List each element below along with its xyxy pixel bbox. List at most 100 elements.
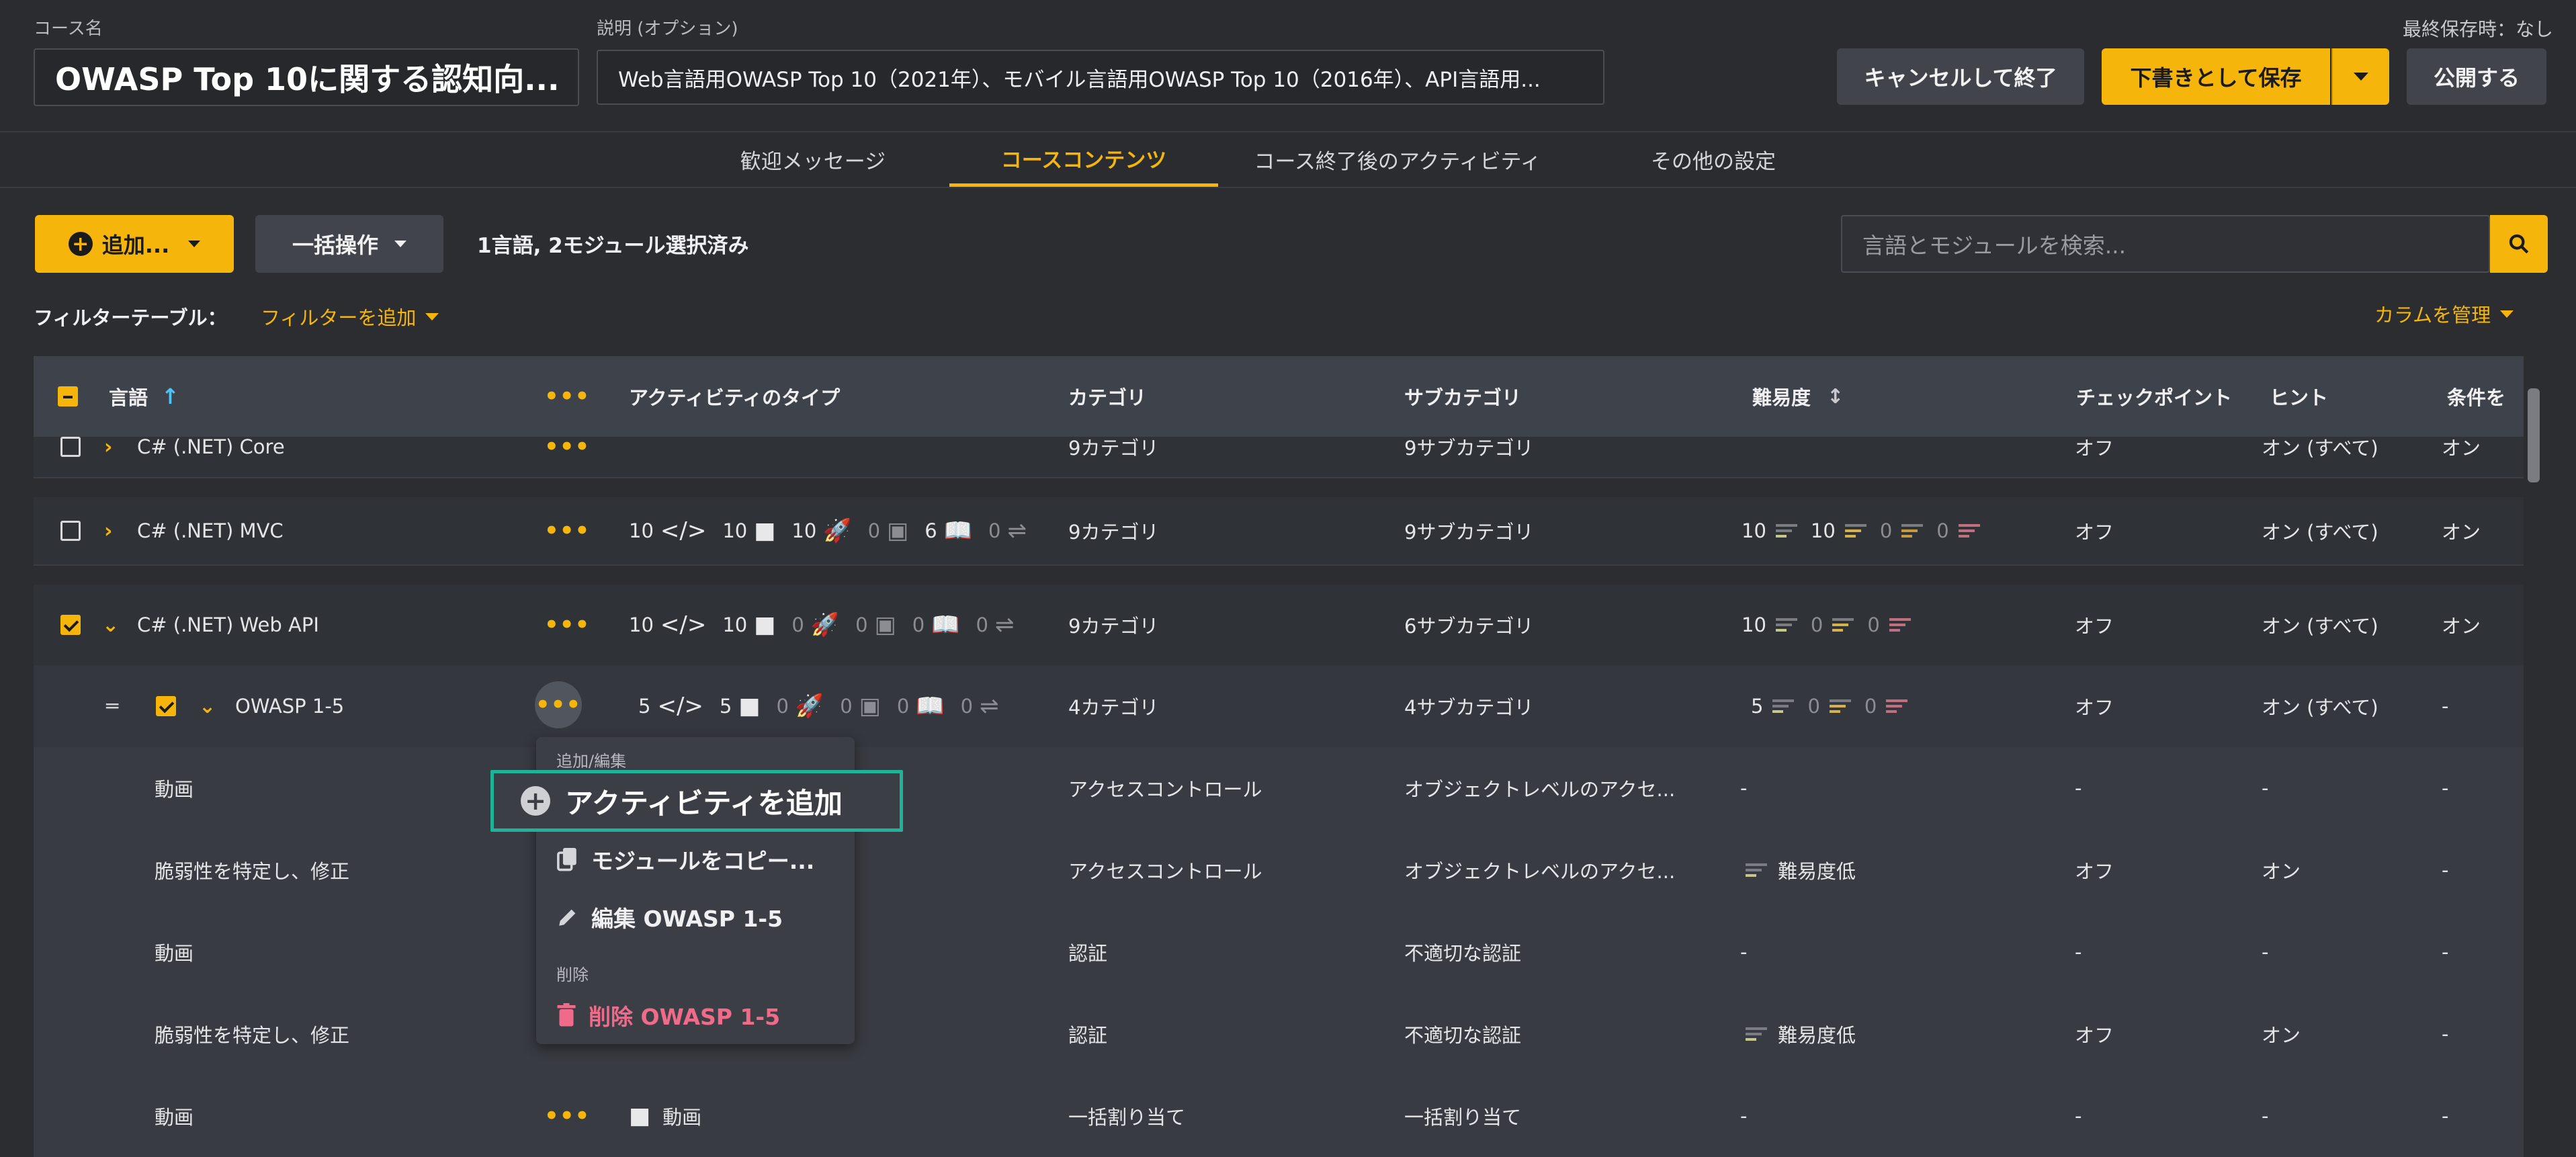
difficulty-count: 0 — [1936, 519, 1949, 542]
column-checkpoint[interactable]: チェックポイント — [2076, 356, 2232, 437]
plus-circle-icon: + — [68, 232, 93, 256]
select-all-checkbox[interactable] — [58, 356, 78, 437]
table-row[interactable]: ═ ⌄ OWASP 1-5 ••• 5 </> 5 ■ 0 🚀 0 ▣ 0 📖 0 ⇌ 4カ… — [34, 665, 2524, 748]
activity-row[interactable]: 脆弱性を特定し、修正 認証 不適切な認証 難易度低 オフ オン - — [34, 993, 2524, 1076]
rocket-icon: 🚀 — [810, 611, 840, 638]
search-input[interactable]: 言語とモジュールを検索... — [1841, 215, 2490, 273]
table-header: 言語 ↑ ••• アクティビティのタイプ カテゴリ サブカテゴリ 難易度 ↕ チ… — [34, 356, 2524, 437]
activity-row[interactable]: 動画 認証 不適切な認証 - - - - — [34, 911, 2524, 994]
checkbox[interactable] — [58, 386, 78, 406]
activity-name: 動画 — [155, 942, 194, 965]
category-cell: 一括割り当て — [1068, 1106, 1186, 1129]
quiz-count: 0 — [840, 695, 853, 718]
subcategory-cell: オブジェクトレベルのアクセ... — [1404, 778, 1676, 801]
cancel-exit-button[interactable]: キャンセルして終了 — [1837, 48, 2084, 105]
manage-columns-link[interactable]: カラムを管理 — [2374, 300, 2514, 328]
column-hint[interactable]: ヒント — [2270, 356, 2328, 437]
description-input[interactable]: Web言語用OWASP Top 10（2021年）、モバイル言語用OWASP T… — [597, 50, 1604, 105]
hint-cell: - — [2262, 777, 2269, 800]
checkbox[interactable] — [60, 437, 81, 457]
tab-other-settings[interactable]: その他の設定 — [1613, 132, 1814, 187]
subcategory-cell: 一括割り当て — [1404, 1106, 1522, 1129]
difficulty-count: 5 — [1751, 695, 1764, 718]
video-icon: ■ — [754, 517, 776, 544]
tab-welcome[interactable]: 歓迎メッセージ — [726, 132, 900, 187]
hint-cell: オン — [2262, 860, 2301, 883]
search-icon — [2509, 234, 2529, 254]
chevron-right-icon: › — [104, 435, 113, 459]
checkpoint-cell: - — [2075, 777, 2082, 800]
difficulty-count: 0 — [1810, 613, 1823, 636]
column-subcategory[interactable]: サブカテゴリ — [1404, 356, 1521, 437]
save-draft-button[interactable]: 下書きとして保存 — [2102, 48, 2330, 105]
save-options-dropdown[interactable] — [2331, 48, 2389, 105]
condition-cell: - — [2442, 859, 2449, 882]
edit-module-item[interactable]: 編集 OWASP 1-5 — [556, 901, 783, 933]
activity-row[interactable]: 脆弱性を特定し、修正 アクセスコントロール オブジェクトレベルのアクセ... 難… — [34, 829, 2524, 912]
search-button[interactable] — [2490, 215, 2548, 273]
checkbox[interactable] — [60, 615, 81, 635]
copy-module-item[interactable]: モジュールをコピー... — [556, 843, 814, 875]
quiz-count: 0 — [867, 519, 881, 542]
other-count: 0 — [988, 519, 1001, 542]
description-label: 説明 (オプション) — [597, 19, 738, 39]
code-count: 5 — [638, 695, 651, 718]
course-name-label: コース名 — [34, 19, 103, 39]
quiz-icon: ▣ — [887, 517, 909, 544]
vertical-scrollbar[interactable] — [2528, 388, 2540, 482]
chevron-down-icon: ⌄ — [199, 694, 216, 718]
activity-row[interactable]: 動画 ••• ■ 動画 一括割り当て 一括割り当て - - - - — [34, 1075, 2524, 1157]
row-actions-button[interactable]: ••• — [544, 497, 590, 564]
expand-toggle[interactable]: ⌄ — [102, 585, 119, 665]
tab-course-content[interactable]: コースコンテンツ — [949, 132, 1218, 187]
expand-toggle[interactable]: ⌄ — [199, 665, 216, 747]
row-actions-button[interactable]: ••• — [544, 585, 590, 665]
column-condition[interactable]: 条件を — [2447, 356, 2505, 437]
publish-button[interactable]: 公開する — [2407, 48, 2546, 105]
bulk-actions-button[interactable]: 一括操作 — [255, 215, 443, 273]
difficulty-bars-icon — [1844, 524, 1866, 538]
checkbox[interactable] — [60, 521, 81, 541]
column-options-button[interactable]: ••• — [544, 356, 590, 437]
row-actions-button[interactable]: ••• — [544, 1075, 590, 1157]
tab-post-course[interactable]: コース終了後のアクティビティ — [1236, 132, 1559, 187]
course-name-input[interactable]: OWASP Top 10に関する認知向... — [34, 48, 579, 106]
expand-toggle[interactable]: › — [104, 497, 112, 564]
add-activity-item[interactable]: + アクティビティを追加 — [490, 770, 903, 832]
rocket-count: 0 — [791, 613, 804, 636]
drag-handle-icon[interactable]: ═ — [106, 665, 118, 747]
difficulty-bars-icon — [1886, 699, 1908, 713]
video-icon: ■ — [629, 1103, 651, 1129]
row-checkbox[interactable] — [156, 665, 176, 747]
difficulty-cell: 10 0 0 — [1742, 585, 1911, 665]
checkbox[interactable] — [156, 696, 176, 716]
add-filter-link[interactable]: フィルターを追加 — [261, 302, 439, 331]
activity-name: 動画 — [155, 778, 194, 801]
activity-row[interactable]: 動画 アクセスコントロール オブジェクトレベルのアクセ... - - - - — [34, 747, 2524, 830]
copy-module-label: モジュールをコピー... — [591, 848, 815, 874]
column-category[interactable]: カテゴリ — [1068, 356, 1146, 437]
code-icon: </> — [660, 517, 707, 544]
quiz-count: 0 — [855, 613, 868, 636]
hint-cell: - — [2262, 941, 2269, 963]
table-row[interactable]: › C# (.NET) MVC ••• 10 </> 10 ■ 10 🚀 0 ▣ 6 📖 … — [34, 497, 2524, 566]
row-checkbox[interactable] — [60, 585, 81, 665]
column-language[interactable]: 言語 ↑ — [109, 356, 179, 437]
delete-module-item[interactable]: 削除 OWASP 1-5 — [556, 999, 780, 1031]
code-count: 10 — [629, 519, 654, 542]
activity-type-cell: ■ 動画 — [629, 1075, 701, 1157]
module-actions-button[interactable]: ••• — [535, 681, 582, 728]
column-activity-type[interactable]: アクティビティのタイプ — [629, 356, 840, 437]
add-button[interactable]: + 追加... — [35, 215, 234, 273]
book-icon: 📖 — [943, 517, 972, 544]
rocket-count: 10 — [791, 519, 817, 542]
difficulty-cell: - — [1740, 777, 1748, 800]
row-checkbox[interactable] — [60, 497, 81, 564]
menu-section-edit: 追加/編集 — [556, 752, 627, 771]
category-cell: 4カテゴリ — [1068, 696, 1159, 719]
table-row[interactable]: ⌄ C# (.NET) Web API ••• 10 </> 10 ■ 0 🚀 0 ▣ … — [34, 585, 2524, 667]
column-difficulty[interactable]: 難易度 ↕ — [1752, 356, 1844, 437]
condition-cell: - — [2442, 1023, 2449, 1045]
subcategory-cell: 9サブカテゴリ — [1404, 521, 1534, 544]
pencil-icon — [559, 909, 576, 926]
